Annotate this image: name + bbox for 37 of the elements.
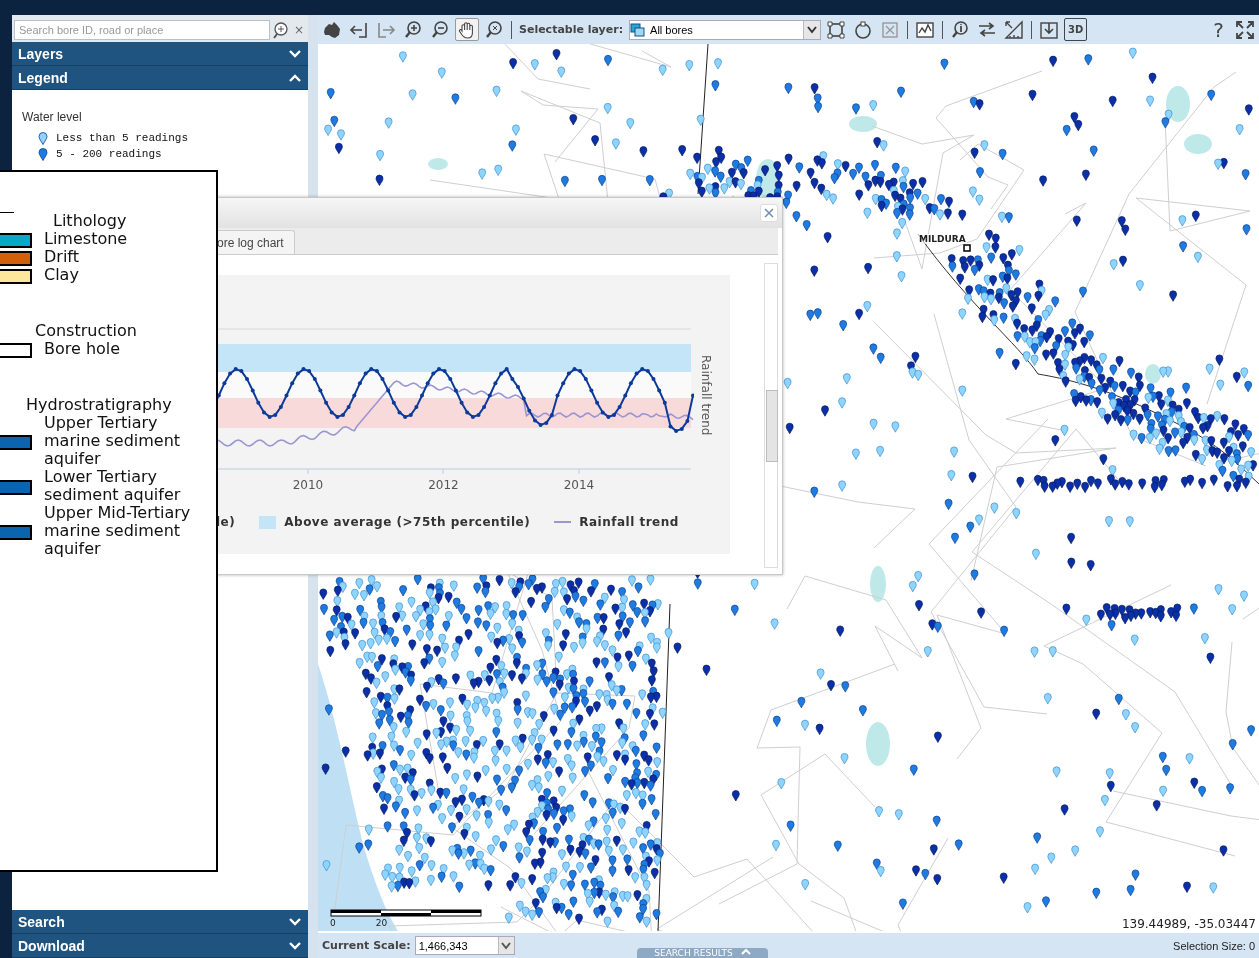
clear-button[interactable]: ×: [291, 23, 306, 37]
selection-size: Selection Size: 0: [1173, 939, 1255, 952]
legend-label: Lower Tertiary sediment aquifer: [44, 468, 182, 504]
legend-group-title: Construction: [34, 322, 138, 340]
axis-tick-label: 2010: [292, 478, 324, 492]
tab[interactable]: ore log chart: [216, 230, 295, 254]
help-button[interactable]: ?: [1207, 18, 1230, 41]
accordion-header[interactable]: Legend: [12, 66, 308, 90]
3d-view-button[interactable]: 3D: [1064, 18, 1088, 41]
scale-select[interactable]: 1,466,343: [414, 936, 515, 955]
coordinates-readout: 139.44989, -35.03447: [1121, 917, 1256, 931]
scale-label: 0: [330, 918, 336, 928]
scale-label: 20: [375, 918, 388, 928]
axis-tick-label: 2012: [428, 478, 459, 492]
search-field[interactable]: Search bore ID, road or place: [14, 20, 270, 40]
legend-heading: Water level: [22, 110, 83, 124]
legend-label: Limestone: [44, 230, 129, 248]
legend-label: Drift: [44, 248, 80, 266]
legend-label: Rainfall trend: [579, 515, 679, 529]
legend-label: Bore hole: [44, 340, 122, 358]
scale-select-label: Current Scale:: [322, 939, 411, 952]
legend-group-title: Hydrostratigraphy: [25, 396, 173, 414]
layer-select-label: Selectable layer:: [519, 23, 624, 36]
legend-label: Less than 5 readings: [56, 132, 189, 144]
accordion-header[interactable]: Layers: [12, 42, 308, 66]
legend-label: Above average (>75th percentile): [284, 515, 531, 529]
accordion-header[interactable]: Download: [12, 934, 308, 958]
legend-group-title: Lithology: [52, 212, 128, 230]
legend-label: 5 - 200 readings: [56, 148, 162, 160]
place-label: MILDURA: [918, 234, 967, 244]
legend-label: Upper Tertiary marine sediment aquifer: [44, 414, 182, 468]
legend-label: Clay: [44, 266, 80, 284]
axis-title: Rainfall trend: [699, 355, 713, 436]
layer-select[interactable]: All bores: [629, 19, 822, 40]
axis-tick-label: 2014: [563, 478, 595, 492]
legend-label: Upper Mid-Tertiary marine sediment aquifer: [44, 504, 192, 558]
accordion-header[interactable]: Search: [12, 910, 308, 934]
